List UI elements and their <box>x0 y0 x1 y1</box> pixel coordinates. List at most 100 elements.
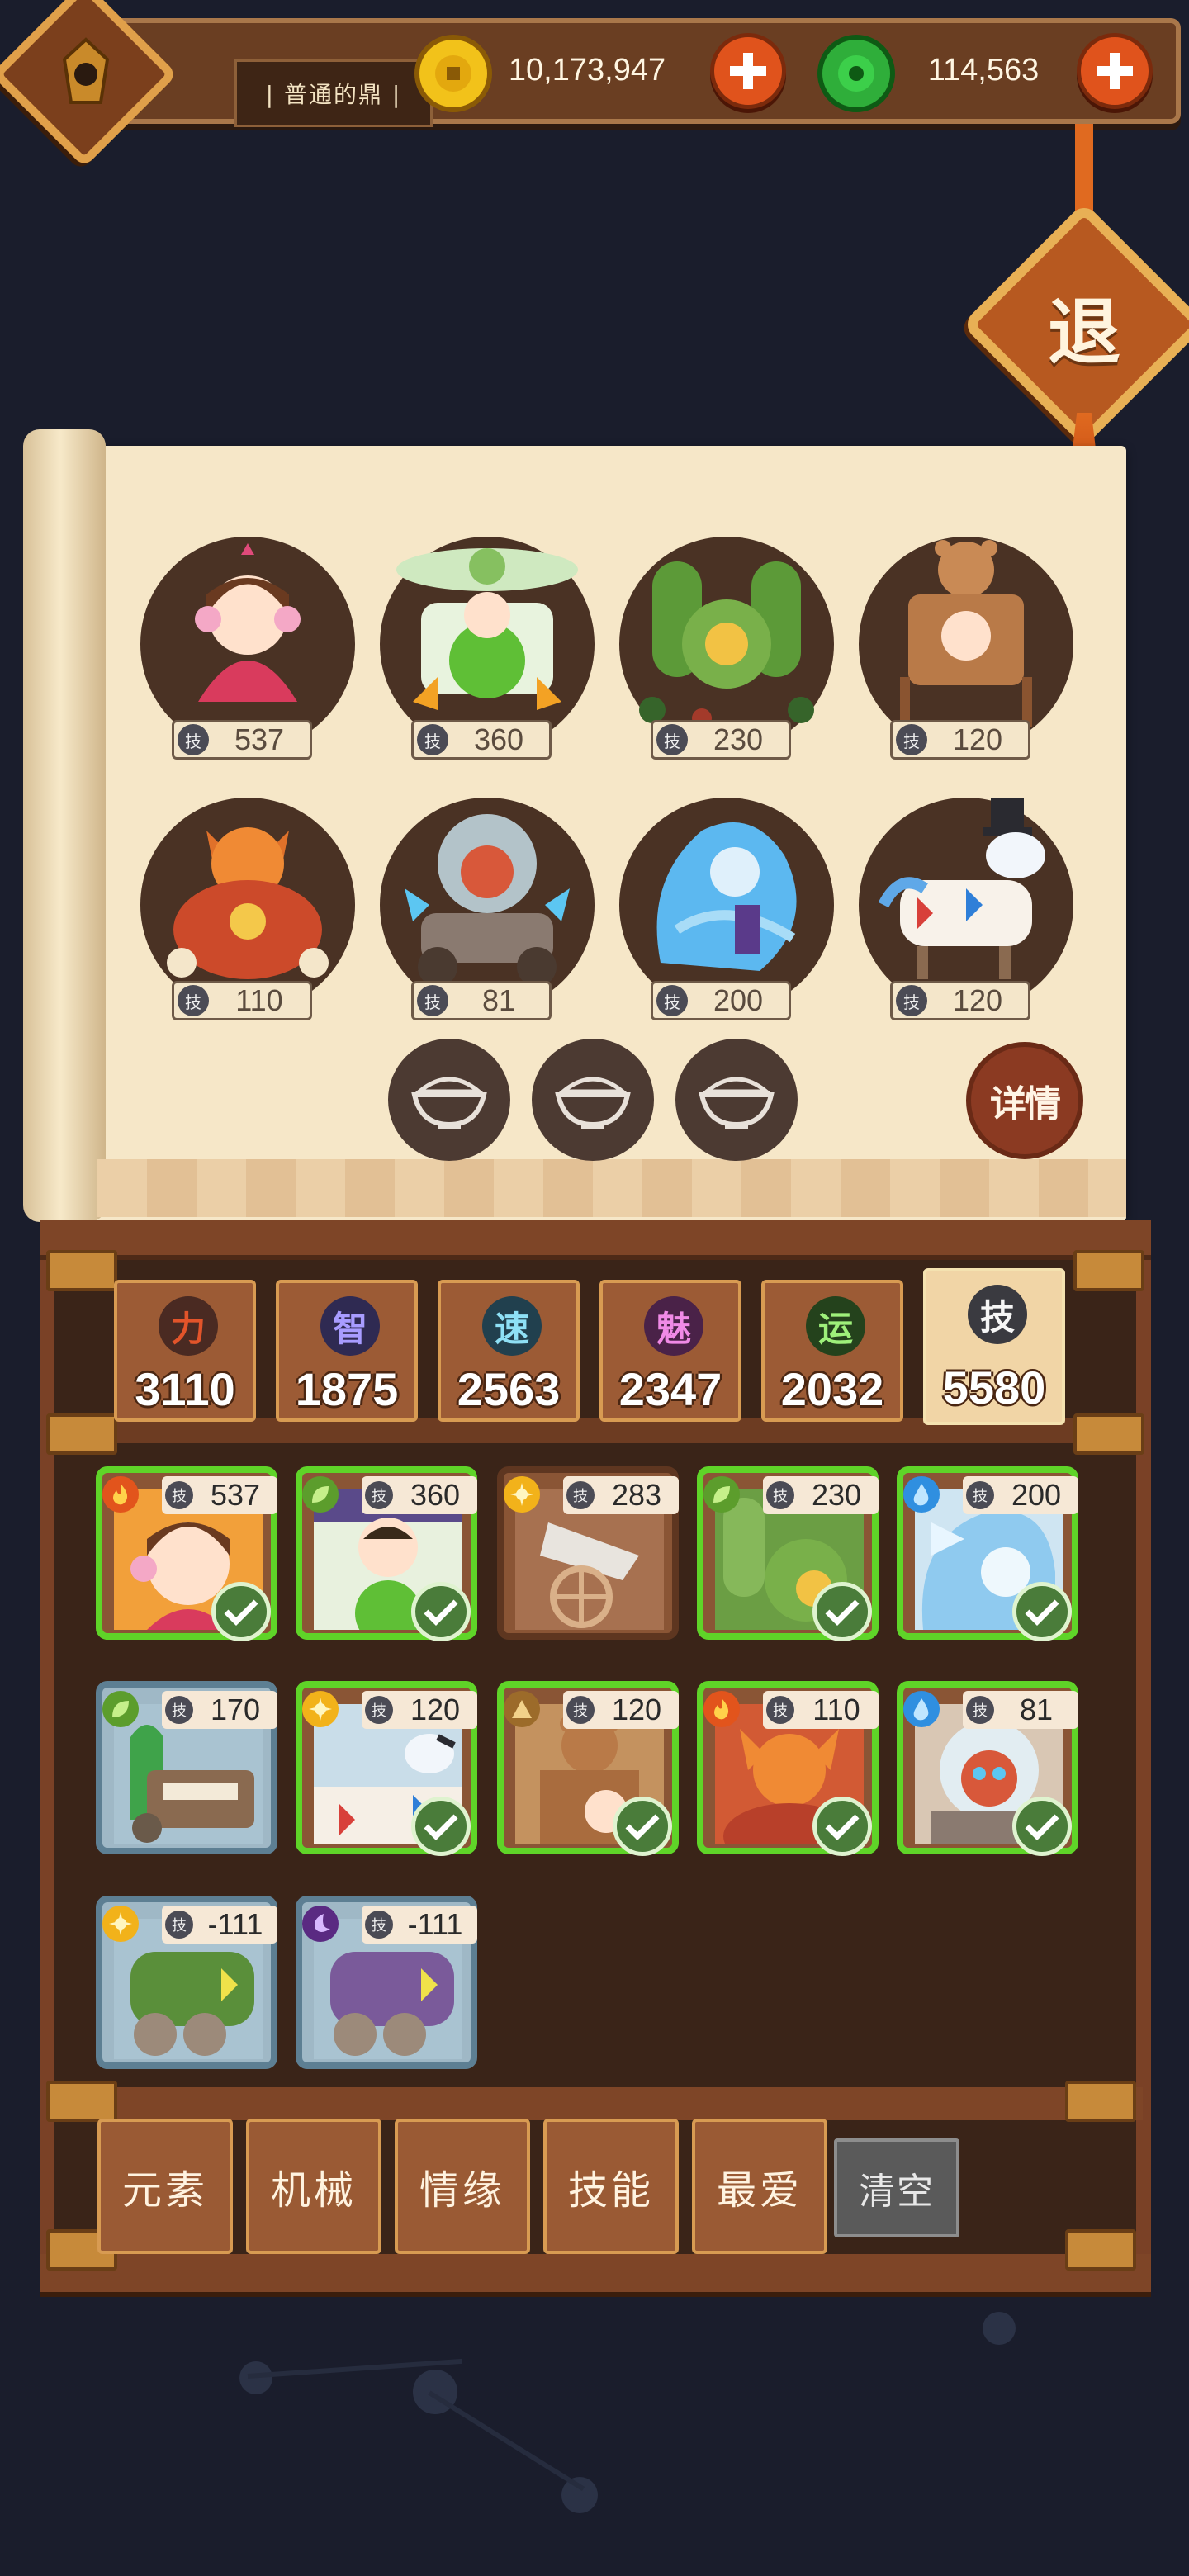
filter-element-button[interactable]: 元素 <box>97 2119 233 2254</box>
skill-icon: 技 <box>417 985 448 1016</box>
unit-skill-value: 200 <box>1011 1478 1062 1512</box>
empty-food-slot[interactable] <box>388 1039 510 1161</box>
selected-check-icon <box>613 1797 672 1856</box>
team-skill-badge: 技 110 <box>172 981 312 1020</box>
leaf-element-icon <box>703 1476 740 1513</box>
fire-element-icon <box>102 1476 139 1513</box>
unit-skill-badge: 技 200 <box>963 1476 1078 1514</box>
cabinet-bracket <box>1065 2081 1136 2122</box>
team-skill-value: 360 <box>473 722 524 756</box>
team-slot-8[interactable]: 技 120 <box>850 789 1073 1029</box>
cabinet-bracket <box>1065 2229 1136 2271</box>
unit-skill-badge: 技 -111 <box>362 1906 477 1944</box>
roster-unit[interactable]: 技 283 <box>497 1466 679 1648</box>
attribute-value: 1875 <box>295 1363 399 1415</box>
skill-icon: 技 <box>165 1481 193 1509</box>
player-title: | 普通的鼎 | <box>234 59 433 127</box>
team-skill-value: 230 <box>713 722 764 756</box>
add-gold-button[interactable] <box>710 33 786 109</box>
attribute-skill[interactable]: 技 5580 <box>923 1268 1065 1425</box>
roster-unit[interactable]: 技 120 <box>296 1681 477 1863</box>
selected-check-icon <box>411 1797 471 1856</box>
selected-check-icon <box>211 1582 271 1641</box>
selected-check-icon <box>1012 1797 1072 1856</box>
attribute-strength[interactable]: 力 3110 <box>114 1280 256 1422</box>
detail-button[interactable]: 详情 <box>966 1042 1083 1159</box>
unit-skill-value: -111 <box>407 1907 463 1941</box>
skill-attribute-icon: 技 <box>968 1285 1027 1344</box>
dark-element-icon <box>302 1906 339 1942</box>
attribute-intelligence[interactable]: 智 1875 <box>276 1280 418 1422</box>
clear-button[interactable]: 清空 <box>834 2138 959 2237</box>
water-spirit-portrait <box>656 822 797 971</box>
attribute-charm[interactable]: 魅 2347 <box>599 1280 741 1422</box>
skill-icon: 技 <box>365 1696 393 1724</box>
skill-icon: 技 <box>656 985 688 1016</box>
roster-unit[interactable]: 技 -111 <box>96 1896 277 2077</box>
roster-unit[interactable]: 技 120 <box>497 1681 679 1863</box>
unit-skill-badge: 技 283 <box>563 1476 679 1514</box>
light-element-icon <box>504 1476 540 1513</box>
skill-icon: 技 <box>365 1481 393 1509</box>
speed-icon: 速 <box>482 1296 542 1356</box>
player-avatar-icon <box>36 25 135 124</box>
team-skill-badge: 技 200 <box>651 981 791 1020</box>
cabinet-shelf-beam <box>48 2087 1143 2120</box>
empty-food-slot[interactable] <box>532 1039 654 1161</box>
skill-icon: 技 <box>766 1696 794 1724</box>
intelligence-icon: 智 <box>320 1296 380 1356</box>
water-element-icon <box>903 1691 940 1727</box>
filter-bond-button[interactable]: 情缘 <box>395 2119 530 2254</box>
roster-unit[interactable]: 技 200 <box>897 1466 1078 1648</box>
jade-amount: 114,563 <box>927 53 1040 88</box>
skill-icon: 技 <box>656 724 688 755</box>
roster-unit[interactable]: 技 230 <box>697 1466 879 1648</box>
background-constellation-line <box>428 2390 585 2492</box>
team-skill-value: 120 <box>952 983 1003 1017</box>
strength-icon: 力 <box>159 1296 218 1356</box>
team-skill-value: 200 <box>713 983 764 1017</box>
light-element-icon <box>102 1906 139 1942</box>
roster-unit[interactable]: 技 -111 <box>296 1896 477 2077</box>
skill-icon: 技 <box>896 985 927 1016</box>
rice-bowl-icon <box>411 1077 487 1129</box>
attribute-speed[interactable]: 速 2563 <box>438 1280 580 1422</box>
water-element-icon <box>903 1476 940 1513</box>
cabinet-bracket <box>46 2081 117 2122</box>
unit-skill-badge: 技 -111 <box>162 1906 277 1944</box>
unit-skill-value: 283 <box>611 1478 662 1512</box>
roster-unit[interactable]: 技 110 <box>697 1681 879 1863</box>
unit-skill-value: 120 <box>410 1693 461 1726</box>
team-slot-3[interactable]: 技 230 <box>611 528 834 768</box>
roster-unit[interactable]: 技 537 <box>96 1466 277 1648</box>
team-slot-7[interactable]: 技 200 <box>611 789 834 1029</box>
roster-unit[interactable]: 技 360 <box>296 1466 477 1648</box>
team-slot-6[interactable]: 技 81 <box>372 789 594 1029</box>
fire-element-icon <box>703 1691 740 1727</box>
circus-horse-portrait <box>878 798 1045 979</box>
unit-skill-value: -111 <box>207 1907 263 1941</box>
team-slot-5[interactable]: 技 110 <box>132 789 355 1029</box>
team-skill-value: 81 <box>481 983 516 1017</box>
team-slot-1[interactable]: 技 537 <box>132 528 355 768</box>
unit-skill-value: 81 <box>1019 1693 1054 1726</box>
cabinet-bracket <box>46 1413 117 1455</box>
scroll-roller <box>23 429 106 1222</box>
team-slot-4[interactable]: 技 120 <box>850 528 1073 768</box>
team-skill-value: 537 <box>234 722 285 756</box>
filter-machine-button[interactable]: 机械 <box>246 2119 381 2254</box>
background-star <box>561 2477 598 2513</box>
team-slot-2[interactable]: 技 360 <box>372 528 594 768</box>
attribute-luck[interactable]: 运 2032 <box>761 1280 903 1422</box>
skill-icon: 技 <box>365 1911 393 1939</box>
filter-skill-button[interactable]: 技能 <box>543 2119 679 2254</box>
roster-unit[interactable]: 技 81 <box>897 1681 1078 1863</box>
selected-check-icon <box>812 1797 872 1856</box>
empty-food-slot[interactable] <box>675 1039 798 1161</box>
roster-unit[interactable]: 技 170 <box>96 1681 277 1863</box>
add-jade-button[interactable] <box>1077 33 1153 109</box>
gold-amount: 10,173,947 <box>508 53 666 88</box>
filter-favorite-button[interactable]: 最爱 <box>692 2119 827 2254</box>
skill-icon: 技 <box>566 1481 594 1509</box>
unit-skill-value: 110 <box>812 1693 860 1726</box>
